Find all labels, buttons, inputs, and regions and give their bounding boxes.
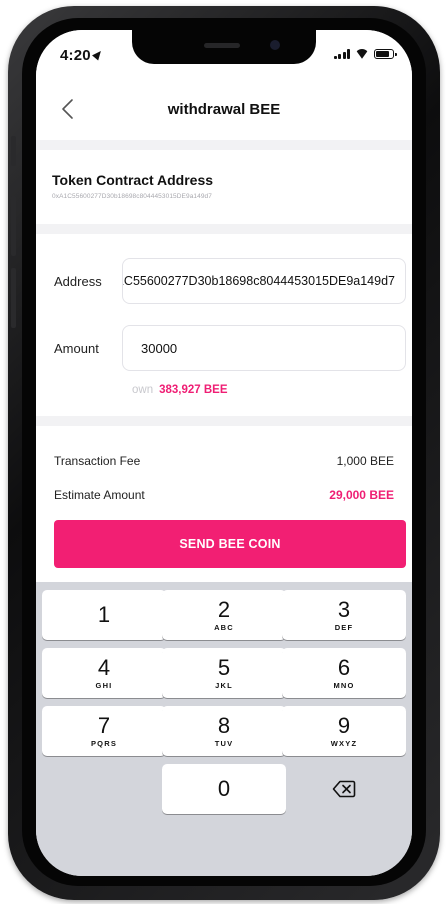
fee-card: Transaction Fee 1,000 BEE Estimate Amoun… <box>36 426 412 582</box>
key-6-number: 6 <box>337 654 351 680</box>
key-9-letters: WXYZ <box>330 738 358 748</box>
backspace-icon <box>332 780 356 798</box>
key-0[interactable]: 0 <box>162 764 286 814</box>
wifi-icon <box>355 49 369 59</box>
key-5-letters: JKL <box>215 680 233 690</box>
key-6-letters: MNO <box>333 680 355 690</box>
battery-icon <box>374 49 397 59</box>
key-4-number: 4 <box>97 654 111 680</box>
amount-value: 30000 <box>141 340 178 356</box>
estimate-amount-row: Estimate Amount 29,000 BEE <box>54 488 394 502</box>
phone-screen: 4:20 withdrawal BEE Token Contract Addre… <box>36 30 412 876</box>
key-7[interactable]: 7 PQRS <box>42 706 166 756</box>
transaction-fee-row: Transaction Fee 1,000 BEE <box>54 454 394 468</box>
own-label: own <box>132 384 154 396</box>
key-2-letters: ABC <box>214 622 234 632</box>
own-balance: own 383,927 BEE <box>132 384 228 396</box>
key-9-number: 9 <box>337 712 351 738</box>
status-time-text: 4:20 <box>60 47 91 64</box>
key-3[interactable]: 3 DEF <box>282 590 406 640</box>
key-8[interactable]: 8 TUV <box>162 706 286 756</box>
delete-key[interactable] <box>282 764 406 814</box>
speaker-grille <box>204 43 240 48</box>
notch <box>132 30 316 64</box>
key-1[interactable]: 1 <box>42 590 166 640</box>
address-input[interactable]: 0xA1C55600277D30b18698c8044453015DE9a149… <box>122 258 406 304</box>
key-8-number: 8 <box>217 712 231 738</box>
phone-frame: 4:20 withdrawal BEE Token Contract Addre… <box>8 6 440 900</box>
nav-bar: withdrawal BEE <box>36 78 412 140</box>
location-arrow-icon <box>91 48 104 61</box>
volume-down-button <box>11 268 16 328</box>
address-label: Address <box>54 274 102 289</box>
key-8-letters: TUV <box>214 738 234 748</box>
page-title: withdrawal BEE <box>167 101 281 118</box>
status-time: 4:20 <box>60 47 104 64</box>
transaction-fee-label: Transaction Fee <box>54 454 141 468</box>
cellular-signal-icon <box>333 49 350 59</box>
token-label: Token Contract Address <box>52 172 214 188</box>
key-3-number: 3 <box>337 596 351 622</box>
key-6[interactable]: 6 MNO <box>282 648 406 698</box>
volume-up-button <box>11 196 16 256</box>
key-5-number: 5 <box>217 654 231 680</box>
amount-label: Amount <box>54 341 99 356</box>
token-contract-address: 0xA1C55600277D30b18698c8044453015DE9a149… <box>52 193 212 200</box>
token-card: Token Contract Address 0xA1C55600277D30b… <box>36 150 412 224</box>
own-value: 383,927 BEE <box>159 384 228 396</box>
key-2[interactable]: 2 ABC <box>162 590 286 640</box>
send-bee-coin-button[interactable]: SEND BEE COIN <box>54 520 406 568</box>
withdraw-form: Address 0xA1C55600277D30b18698c804445301… <box>36 234 412 416</box>
key-7-letters: PQRS <box>90 738 118 748</box>
front-camera <box>270 40 280 50</box>
amount-input[interactable]: 30000 <box>122 325 406 371</box>
silent-switch <box>11 136 16 166</box>
key-9[interactable]: 9 WXYZ <box>282 706 406 756</box>
key-3-letters: DEF <box>334 622 354 632</box>
key-0-number: 0 <box>217 776 231 801</box>
key-4-letters: GHI <box>95 680 113 690</box>
key-5[interactable]: 5 JKL <box>162 648 286 698</box>
address-value: 0xA1C55600277D30b18698c8044453015DE9a149… <box>122 274 395 288</box>
status-icons <box>333 49 397 59</box>
key-1-number: 1 <box>97 602 111 627</box>
numeric-keypad: 1 2 ABC 3 DEF 4 GHI 5 JKL 6 MNO 7 PQRS 8… <box>36 582 412 876</box>
key-7-number: 7 <box>97 712 111 738</box>
transaction-fee-value: 1,000 BEE <box>336 454 394 468</box>
estimate-amount-value: 29,000 BEE <box>329 488 394 502</box>
key-2-number: 2 <box>217 596 231 622</box>
key-4[interactable]: 4 GHI <box>42 648 166 698</box>
estimate-amount-label: Estimate Amount <box>54 488 145 502</box>
